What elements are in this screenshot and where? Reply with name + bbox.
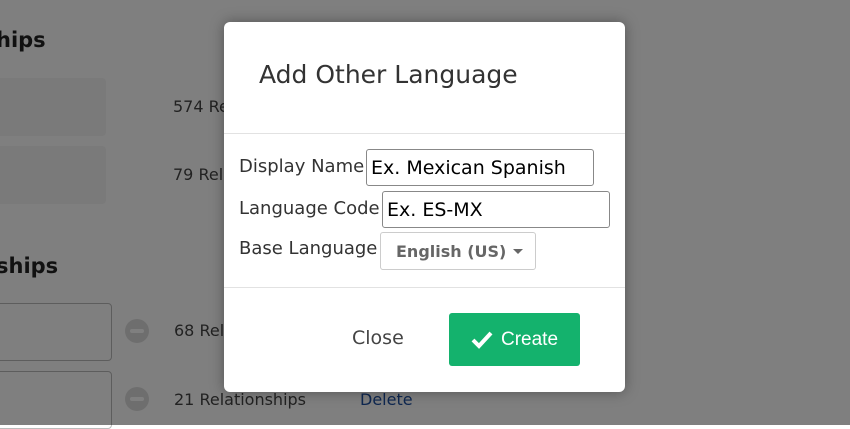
base-language-value: English (US)	[396, 242, 507, 261]
divider	[224, 287, 625, 288]
add-language-dialog: Add Other Language Display Name Language…	[224, 22, 625, 392]
base-language-label: Base Language	[239, 238, 378, 259]
divider	[224, 133, 625, 134]
display-name-input[interactable]	[366, 149, 594, 186]
base-language-select[interactable]: English (US)	[380, 232, 536, 270]
create-label: Create	[500, 328, 559, 350]
create-button[interactable]: Create	[449, 313, 580, 366]
checkmark-icon	[471, 331, 493, 349]
close-button[interactable]: Close	[352, 327, 404, 349]
language-code-input[interactable]	[382, 191, 610, 228]
chevron-down-icon	[513, 249, 523, 254]
display-name-label: Display Name	[239, 156, 365, 177]
language-code-label: Language Code	[239, 198, 380, 219]
dialog-title: Add Other Language	[259, 60, 518, 89]
